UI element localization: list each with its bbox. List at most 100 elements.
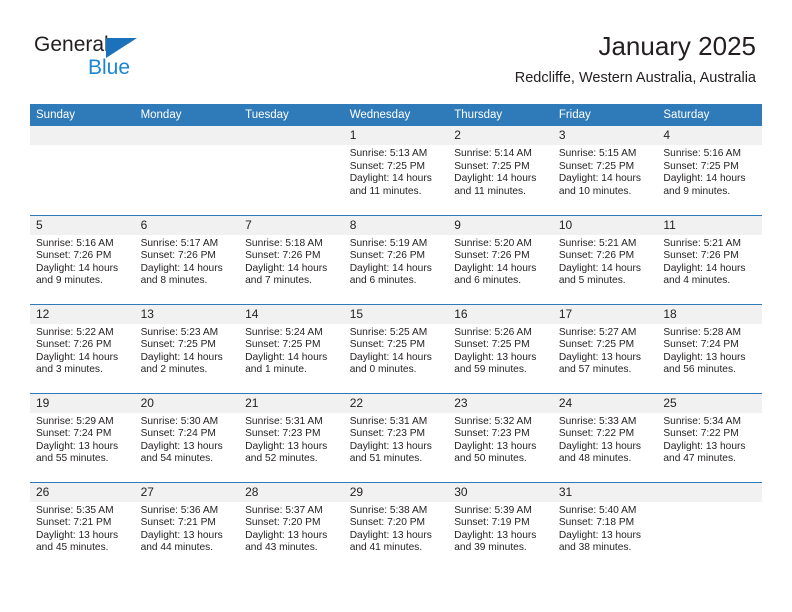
day-number xyxy=(30,126,135,145)
daylight-text-line2: and 7 minutes. xyxy=(245,275,312,287)
day-number: 6 xyxy=(134,215,240,235)
sunset-text: Sunset: 7:26 PM xyxy=(140,250,216,262)
daylight-text-line2: and 41 minutes. xyxy=(349,542,423,554)
day-number: 14 xyxy=(239,304,344,324)
calendar-day-cell[interactable]: 31 Sunrise: 5:40 AM Sunset: 7:18 PM Dayligh… xyxy=(552,481,658,571)
sunset-text: Sunset: 7:22 PM xyxy=(558,428,635,440)
calendar-day-cell[interactable]: 18 Sunrise: 5:28 AM Sunset: 7:24 PM Dayligh… xyxy=(657,303,762,393)
daylight-text-line1: Daylight: 13 hours xyxy=(454,351,537,363)
sunset-text: Sunset: 7:25 PM xyxy=(349,339,426,351)
sunrise-text: Sunrise: 5:13 AM xyxy=(349,148,428,159)
calendar-day-cell[interactable]: 21 Sunrise: 5:31 AM Sunset: 7:23 PM Dayligh… xyxy=(239,392,344,482)
calendar-day-cell-empty[interactable] xyxy=(30,126,135,215)
day-number: 23 xyxy=(448,393,553,413)
day-details: Sunrise: 5:23 AM Sunset: 7:25 PM Daylight:… xyxy=(135,324,240,377)
day-number: 8 xyxy=(343,215,449,235)
sunrise-text: Sunrise: 5:37 AM xyxy=(245,504,323,516)
sunset-text: Sunset: 7:22 PM xyxy=(663,428,739,440)
logo-text-general: General xyxy=(34,33,109,56)
calendar-day-cell[interactable]: 28 Sunrise: 5:37 AM Sunset: 7:20 PM Dayligh… xyxy=(239,481,344,571)
calendar-day-cell[interactable]: 1 Sunrise: 5:13 AM Sunset: 7:25 PM Daylight… xyxy=(343,126,449,215)
logo-text-blue: Blue xyxy=(88,56,131,79)
day-number: 27 xyxy=(134,482,240,502)
sunrise-text: Sunrise: 5:40 AM xyxy=(558,504,637,516)
sunrise-text: Sunrise: 5:21 AM xyxy=(558,237,637,249)
sunrise-text: Sunrise: 5:38 AM xyxy=(349,504,428,516)
calendar-day-cell[interactable]: 19 Sunrise: 5:29 AM Sunset: 7:24 PM Dayligh… xyxy=(30,392,135,482)
calendar-day-cell[interactable]: 9 Sunrise: 5:20 AM Sunset: 7:26 PM Daylight… xyxy=(448,214,553,304)
calendar-day-cell[interactable]: 16 Sunrise: 5:26 AM Sunset: 7:25 PM Dayligh… xyxy=(448,303,553,393)
weekday-header-tuesday: Tuesday xyxy=(239,104,344,126)
page-header: General Blue January 2025 Redcliffe, Wes… xyxy=(0,0,792,100)
sunset-text: Sunset: 7:25 PM xyxy=(558,160,635,172)
day-number: 13 xyxy=(134,304,240,324)
daylight-text-line2: and 0 minutes. xyxy=(349,364,417,376)
calendar-body: 1 Sunrise: 5:13 AM Sunset: 7:25 PM Daylight… xyxy=(30,126,762,571)
weekday-header-saturday: Saturday xyxy=(657,104,762,126)
day-details: Sunrise: 5:16 AM Sunset: 7:26 PM Daylight:… xyxy=(30,235,135,288)
calendar-day-cell[interactable]: 13 Sunrise: 5:23 AM Sunset: 7:25 PM Dayligh… xyxy=(134,303,240,393)
day-number: 31 xyxy=(552,482,658,502)
sunset-text: Sunset: 7:25 PM xyxy=(454,160,530,172)
calendar-day-cell[interactable]: 6 Sunrise: 5:17 AM Sunset: 7:26 PM Daylight… xyxy=(134,214,240,304)
daylight-text-line2: and 9 minutes. xyxy=(663,185,731,197)
calendar-day-cell[interactable]: 8 Sunrise: 5:19 AM Sunset: 7:26 PM Daylight… xyxy=(343,214,449,304)
general-blue-logo[interactable]: General Blue xyxy=(34,33,164,83)
calendar-day-cell[interactable]: 27 Sunrise: 5:36 AM Sunset: 7:21 PM Dayligh… xyxy=(134,481,240,571)
sunset-text: Sunset: 7:24 PM xyxy=(663,339,739,351)
day-number: 18 xyxy=(657,304,762,324)
daylight-text-line2: and 55 minutes. xyxy=(36,453,109,465)
sunset-text: Sunset: 7:25 PM xyxy=(140,339,216,351)
calendar-day-cell[interactable]: 4 Sunrise: 5:16 AM Sunset: 7:25 PM Daylight… xyxy=(657,126,762,215)
sunrise-text: Sunrise: 5:26 AM xyxy=(454,326,532,338)
day-details: Sunrise: 5:25 AM Sunset: 7:25 PM Daylight:… xyxy=(344,324,449,377)
calendar-day-cell[interactable]: 10 Sunrise: 5:21 AM Sunset: 7:26 PM Dayligh… xyxy=(552,214,658,304)
sunrise-text: Sunrise: 5:36 AM xyxy=(140,504,219,516)
calendar-day-cell[interactable]: 23 Sunrise: 5:32 AM Sunset: 7:23 PM Dayligh… xyxy=(448,392,553,482)
daylight-text-line1: Daylight: 13 hours xyxy=(36,529,119,541)
daylight-text-line1: Daylight: 13 hours xyxy=(454,529,537,541)
calendar-day-cell[interactable]: 29 Sunrise: 5:38 AM Sunset: 7:20 PM Dayligh… xyxy=(343,481,449,571)
daylight-text-line2: and 54 minutes. xyxy=(140,453,214,465)
calendar-day-cell-empty[interactable] xyxy=(657,481,762,571)
calendar-day-cell[interactable]: 20 Sunrise: 5:30 AM Sunset: 7:24 PM Dayligh… xyxy=(134,392,240,482)
sunrise-text: Sunrise: 5:25 AM xyxy=(349,326,428,338)
calendar-day-cell[interactable]: 25 Sunrise: 5:34 AM Sunset: 7:22 PM Dayligh… xyxy=(657,392,762,482)
calendar-day-cell[interactable]: 7 Sunrise: 5:18 AM Sunset: 7:26 PM Daylight… xyxy=(239,214,344,304)
daylight-text-line1: Daylight: 13 hours xyxy=(140,529,223,541)
calendar-day-cell[interactable]: 15 Sunrise: 5:25 AM Sunset: 7:25 PM Dayligh… xyxy=(343,303,449,393)
day-number: 29 xyxy=(343,482,449,502)
calendar-day-cell[interactable]: 2 Sunrise: 5:14 AM Sunset: 7:25 PM Daylight… xyxy=(448,126,553,215)
day-details: Sunrise: 5:30 AM Sunset: 7:24 PM Daylight:… xyxy=(135,413,240,466)
sunrise-text: Sunrise: 5:31 AM xyxy=(245,415,323,427)
calendar-day-cell[interactable]: 26 Sunrise: 5:35 AM Sunset: 7:21 PM Dayligh… xyxy=(30,481,135,571)
calendar-day-cell-empty[interactable] xyxy=(239,126,344,215)
sunrise-text: Sunrise: 5:21 AM xyxy=(663,237,741,249)
sunrise-text: Sunrise: 5:19 AM xyxy=(349,237,428,249)
daylight-text-line2: and 6 minutes. xyxy=(454,275,522,287)
sunset-text: Sunset: 7:25 PM xyxy=(558,339,635,351)
day-details: Sunrise: 5:38 AM Sunset: 7:20 PM Daylight:… xyxy=(344,502,449,555)
daylight-text-line2: and 3 minutes. xyxy=(36,364,103,376)
calendar-day-cell[interactable]: 11 Sunrise: 5:21 AM Sunset: 7:26 PM Dayligh… xyxy=(657,214,762,304)
daylight-text-line1: Daylight: 14 hours xyxy=(245,262,328,274)
weekday-header-monday: Monday xyxy=(134,104,240,126)
day-details: Sunrise: 5:34 AM Sunset: 7:22 PM Daylight:… xyxy=(657,413,762,466)
daylight-text-line2: and 51 minutes. xyxy=(349,453,423,465)
calendar-day-cell-empty[interactable] xyxy=(134,126,240,215)
calendar-day-cell[interactable]: 17 Sunrise: 5:27 AM Sunset: 7:25 PM Dayligh… xyxy=(552,303,658,393)
day-number: 15 xyxy=(343,304,449,324)
calendar-day-cell[interactable]: 3 Sunrise: 5:15 AM Sunset: 7:25 PM Daylight… xyxy=(552,126,658,215)
calendar-day-cell[interactable]: 12 Sunrise: 5:22 AM Sunset: 7:26 PM Dayligh… xyxy=(30,303,135,393)
calendar-day-cell[interactable]: 24 Sunrise: 5:33 AM Sunset: 7:22 PM Dayligh… xyxy=(552,392,658,482)
calendar-day-cell[interactable]: 22 Sunrise: 5:31 AM Sunset: 7:23 PM Dayligh… xyxy=(343,392,449,482)
day-details: Sunrise: 5:28 AM Sunset: 7:24 PM Daylight:… xyxy=(657,324,762,377)
calendar-day-cell[interactable]: 30 Sunrise: 5:39 AM Sunset: 7:19 PM Dayligh… xyxy=(448,481,553,571)
day-details: Sunrise: 5:32 AM Sunset: 7:23 PM Daylight:… xyxy=(448,413,553,466)
day-details: Sunrise: 5:36 AM Sunset: 7:21 PM Daylight:… xyxy=(135,502,240,555)
calendar-day-cell[interactable]: 5 Sunrise: 5:16 AM Sunset: 7:26 PM Daylight… xyxy=(30,214,135,304)
logo-triangle-icon xyxy=(106,38,137,58)
calendar-day-cell[interactable]: 14 Sunrise: 5:24 AM Sunset: 7:25 PM Dayligh… xyxy=(239,303,344,393)
sunset-text: Sunset: 7:25 PM xyxy=(349,160,426,172)
day-number: 12 xyxy=(30,304,135,324)
